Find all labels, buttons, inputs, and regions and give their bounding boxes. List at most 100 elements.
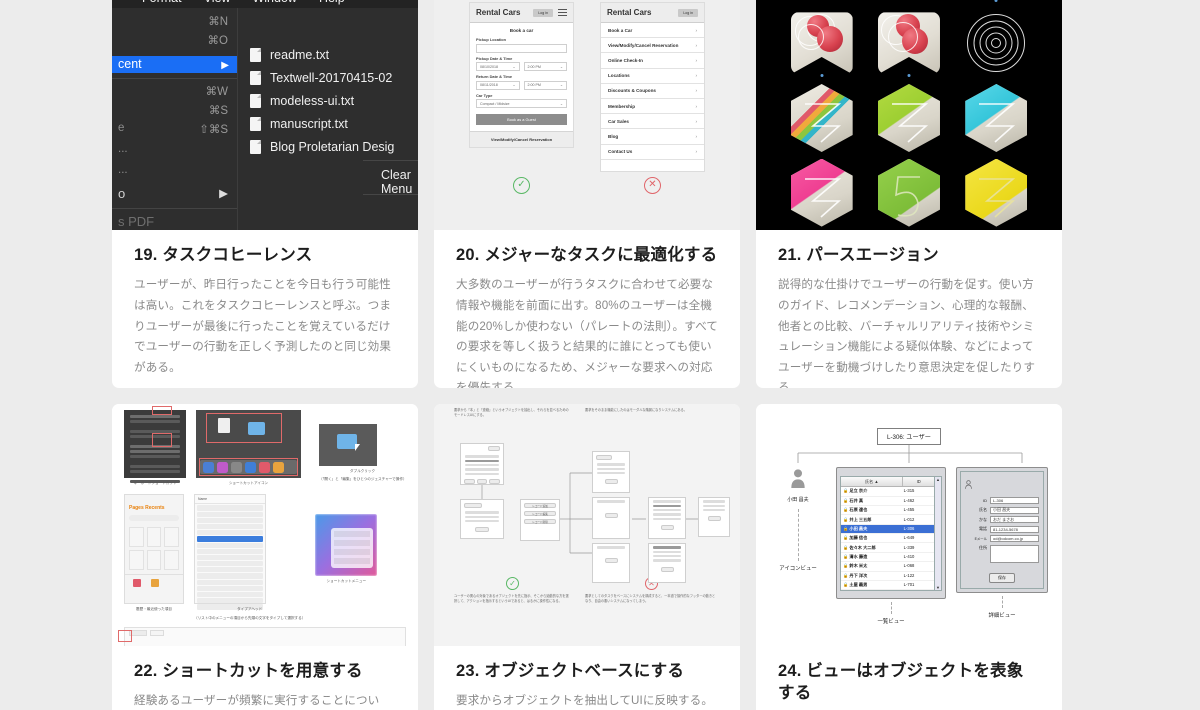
card-22-media: キーボードショートカット ショートカットアイコン ダブルクリック （「開く」と「…	[112, 404, 418, 646]
pickup-time-select[interactable]: 2:00 PM ⌄	[523, 62, 567, 71]
selected-list-row[interactable]	[197, 536, 263, 542]
recent-file-item[interactable]: readme.txt	[250, 43, 394, 66]
field-label-address: 住所	[979, 544, 987, 550]
table-scrollbar[interactable]: ▲ ▼	[935, 476, 942, 592]
menu-list-item[interactable]: View/Modify/Cancel Reservation ›	[601, 38, 704, 54]
brand-label: Rental Cars	[476, 8, 521, 17]
save-button[interactable]: 保存	[989, 572, 1015, 583]
menu-list-item[interactable]: Car Sales ›	[601, 114, 704, 130]
menu-list-item[interactable]: Locations ›	[601, 69, 704, 84]
pickup-date-select[interactable]: 08/10/2018 ⌄	[476, 62, 520, 71]
table-row[interactable]: 🔒 加藤 信也 L-649	[841, 534, 934, 544]
menubar-item-format[interactable]: Format	[142, 0, 182, 5]
table-row[interactable]: 🔒 石井 真 L-462	[841, 497, 934, 506]
card-22[interactable]: キーボードショートカット ショートカットアイコン ダブルクリック （「開く」と「…	[112, 404, 418, 710]
recent-files-submenu: readme.txt Textwell-20170415-02 modeless…	[237, 8, 418, 230]
return-time-value: 2:00 PM	[527, 83, 541, 87]
menu-item-export-pdf[interactable]: s PDF	[118, 214, 154, 229]
return-date-select[interactable]: 08/11/2018 ⌄	[476, 80, 520, 90]
app-icon-hex-yellow[interactable]	[959, 157, 1033, 229]
menu-list-item[interactable]: Contact Us ›	[601, 145, 704, 160]
menu-list-item[interactable]: Online Check-In ›	[601, 53, 704, 69]
hamburger-menu-icon[interactable]	[558, 9, 567, 16]
table-row[interactable]: 🔒 井上 三五郎 L-012	[841, 515, 934, 525]
card-21[interactable]: 21. パースエージョン 説得的な仕掛けでユーザーの行動を促す。使い方のガイド、…	[756, 0, 1062, 388]
menu-list-item[interactable]: Book a Car ›	[601, 23, 704, 39]
recent-file-item[interactable]: manuscript.txt	[250, 112, 394, 135]
menu-list-item[interactable]: Blog ›	[601, 129, 704, 145]
menu-option-delete[interactable]: レコード削除	[524, 519, 556, 525]
scroll-up-arrow-icon[interactable]: ▲	[936, 477, 940, 482]
app-icon-hex-green-5[interactable]	[872, 157, 946, 229]
column-header-name[interactable]: 氏名 ▲	[841, 477, 902, 486]
pickup-location-input[interactable]	[476, 43, 567, 53]
row-name: 石原 達也	[849, 507, 868, 513]
submenu-arrow-icon: ▶	[219, 188, 228, 200]
field-value-email[interactable]: od@odcom.co.jp	[990, 535, 1039, 542]
field-label-phone: 電話	[979, 526, 987, 531]
running-indicator-dot	[907, 74, 911, 78]
field-value-id[interactable]: L-306	[990, 497, 1039, 504]
app-icon-hex-green[interactable]	[872, 82, 946, 154]
app-icon-bookmark-4[interactable]	[872, 7, 946, 79]
card-22-title: 22. ショートカットを用意する	[134, 662, 363, 680]
records-table[interactable]: 氏名 ▲ ID 🔒 足立 京介 L-315 🔒 石井 真 L-462 🔒 石原 達也…	[840, 476, 935, 592]
app-icon-target[interactable]	[959, 0, 1033, 79]
recent-file-item[interactable]: Textwell-20170415-02	[250, 66, 394, 89]
table-row[interactable]: 🔒 足立 京介 L-315	[841, 487, 934, 497]
login-button[interactable]: Log in	[533, 8, 553, 17]
login-button-2[interactable]: Log in	[678, 8, 698, 17]
recent-file-item[interactable]: Blog Proletarian Desig	[250, 135, 394, 158]
caption-double-click: ダブルクリック	[349, 469, 376, 473]
menu-list: Book a Car › View/Modify/Cancel Reservati…	[601, 23, 704, 171]
menu-item-label: View/Modify/Cancel Reservation	[608, 42, 679, 48]
table-row[interactable]: 🔒 石原 達也 L-455	[841, 506, 934, 516]
field-value-address[interactable]	[990, 544, 1039, 563]
app-icon-hex-cyan[interactable]	[959, 82, 1033, 154]
recent-file-item[interactable]: modeless-ui.txt	[250, 89, 394, 112]
table-row[interactable]: 🔒 丹下 洋次 L-122	[841, 572, 934, 581]
field-value-phone[interactable]: 81-1234-5678	[990, 525, 1039, 533]
app-icon-hex-stripes[interactable]	[785, 82, 859, 154]
menubar-item-help[interactable]: Help	[319, 0, 345, 5]
wireframe-step-1	[592, 451, 630, 494]
menu-item-open-recent[interactable]: cent ▶	[112, 56, 237, 73]
scroll-down-arrow-icon[interactable]: ▼	[936, 585, 940, 590]
clear-menu-item[interactable]: Clear Menu	[381, 168, 418, 196]
app-icon-hex-pink[interactable]	[785, 157, 859, 229]
wireframe-save-button[interactable]	[475, 527, 489, 533]
menu-list-item[interactable]: Discounts & Coupons ›	[601, 84, 704, 99]
card-19[interactable]: Format View Window Help ⌘N ⌘O cent ▶ ⌘W …	[112, 0, 418, 388]
view-modify-cancel-link[interactable]: View/Modify/Cancel Reservation	[470, 131, 573, 147]
book-as-guest-button[interactable]: Book as a Guest	[476, 114, 567, 125]
card-23[interactable]: 要求から「本」と「連絡」というオブジェクトを抽出し、それらを並べるためのモードレ…	[434, 404, 740, 710]
table-row[interactable]: 🔒 清水 藤造 L-410	[841, 553, 934, 563]
table-row[interactable]: 🔒 佐々木 大二郎 L-339	[841, 543, 934, 553]
bookmark-icon	[790, 12, 853, 75]
return-time-select[interactable]: 2:00 PM ⌄	[523, 80, 567, 90]
menubar-item-window[interactable]: Window	[252, 0, 296, 5]
card-20[interactable]: Top Screen Rental Cars Log in Book a ca	[434, 0, 740, 388]
wireframe-field[interactable]	[464, 503, 482, 509]
root-object-label: L-306: ユーザー	[877, 428, 941, 445]
table-row-selected[interactable]: 🔒 小田 昌夫 L-306	[841, 524, 934, 535]
car-type-select[interactable]: Compact / Midsize ⌄	[476, 99, 567, 108]
menubar-item-view[interactable]: View	[204, 0, 231, 5]
detail-window: ID L-306 氏名 小田 昌夫 かな おだ まさお 電話 81-1234-5678 …	[956, 467, 1048, 593]
menu-option-add[interactable]: レコード追加	[524, 503, 556, 509]
field-value-kana[interactable]: おだ まさお	[990, 516, 1039, 523]
collage-row-2: Pages Recents 履歴・最近使った項目 Name タイプアヘッド （リ…	[118, 494, 406, 642]
person-small-icon	[965, 480, 972, 489]
table-row[interactable]: 🔒 鈴木 米太 L-068	[841, 562, 934, 572]
chevron-right-icon: ›	[695, 103, 698, 109]
column-header-id[interactable]: ID	[902, 477, 934, 487]
check-circle-icon: ✓	[513, 176, 530, 194]
field-value-name[interactable]: 小田 昌夫	[990, 506, 1039, 514]
icon-grid	[756, 0, 1062, 230]
table-row[interactable]: 🔒 土屋 義男 L-701	[841, 581, 934, 591]
hex-icon	[965, 83, 1028, 152]
card-24[interactable]: L-306: ユーザー 小田 昌夫 アイコンビュー 氏名 ▲ ID 🔒 足立 京…	[756, 404, 1062, 710]
menu-option-edit[interactable]: レコード編集	[524, 511, 556, 517]
menu-list-item[interactable]: Membership ›	[601, 99, 704, 115]
app-icon-bookmark-3[interactable]	[785, 7, 859, 79]
